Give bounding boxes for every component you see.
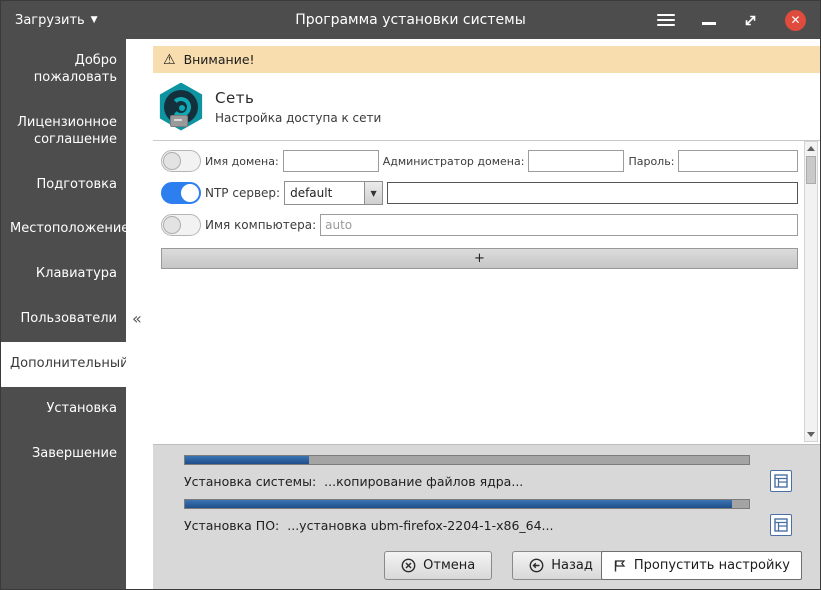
skip-configuration-button[interactable]: Пропустить настройку [600,551,802,580]
network-form: Имя домена: Администратор домена: Пароль… [153,141,820,444]
section-header-text: Сеть Настройка доступа к сети [215,89,381,125]
ntp-selected-value: default [284,181,365,205]
back-button[interactable]: Назад [512,551,610,580]
add-button[interactable]: + [161,248,798,269]
system-progress-label: Установка системы: [184,473,317,489]
software-progress-group: Установка ПО: ...установка ubm-firefox-2… [184,499,810,536]
sidebar-item-additional[interactable]: Дополнительный [1,342,129,388]
cancel-label: Отмена [423,558,476,573]
software-progress-row: Установка ПО: ...установка ubm-firefox-2… [184,514,810,536]
footer-buttons: Отмена Назад Пропустить настройку [184,551,810,580]
ntp-server-select[interactable]: default ▼ [284,181,384,205]
hostname-row: Имя компьютера: [161,214,798,236]
back-label: Назад [551,558,593,573]
sidebar-item-completion[interactable]: Завершение [1,432,126,477]
installer-window: Загрузить ▼ Программа установки системы … [0,0,821,590]
sidebar-item-preparation[interactable]: Подготовка [1,163,126,208]
ntp-label: NTP сервер: [205,186,281,200]
sidebar-item-location[interactable]: Местоположение [1,207,129,252]
warning-banner: ⚠ Внимание! [153,46,820,73]
software-progress-label: Установка ПО: [184,517,280,533]
ntp-server-input[interactable] [387,182,798,204]
maximize-button[interactable] [743,13,758,28]
hostname-label: Имя компьютера: [205,218,317,232]
cancel-button[interactable]: Отмена [384,551,493,580]
main-content: ⚠ Внимание! Сеть Настройка доступа к сет… [153,39,820,589]
titlebar-controls: ✕ [657,9,820,31]
software-log-button[interactable] [770,514,792,536]
software-progress-status: ...установка ubm-firefox-2204-1-x86_64..… [287,517,554,533]
page-title: Сеть [215,88,255,107]
scroll-down-button[interactable] [805,428,817,441]
warning-icon: ⚠ [163,51,176,68]
sidebar-collapse-button[interactable]: « [132,309,142,328]
sidebar-item-license[interactable]: Лицензионное соглашение [1,101,126,163]
warning-text: Внимание! [183,52,255,67]
ntp-toggle[interactable] [161,182,201,204]
minimize-button[interactable] [702,21,716,25]
domain-admin-label: Администратор домена: [382,154,525,168]
back-icon [529,558,544,573]
skip-label: Пропустить настройку [633,558,790,573]
section-header: Сеть Настройка доступа к сети [153,73,820,141]
hostname-input[interactable] [320,214,798,236]
hostname-toggle[interactable] [161,214,201,236]
load-menu-label: Загрузить [15,12,85,28]
expand-icon [745,15,756,25]
load-menu-button[interactable]: Загрузить ▼ [1,1,112,39]
scrollbar-thumb[interactable] [806,156,816,184]
sidebar: Добро пожаловать Лицензионное соглашение… [1,39,129,589]
ntp-row: NTP сервер: default ▼ [161,181,798,205]
system-progress-bar [184,455,750,465]
window-title: Программа установки системы [295,12,526,28]
sidebar-item-installation[interactable]: Установка [1,387,126,432]
system-log-button[interactable] [770,470,792,492]
sidebar-gap: « [126,39,153,589]
chevron-down-icon: ▼ [90,15,98,25]
domain-input[interactable] [282,150,379,172]
log-icon [774,518,788,532]
sidebar-item-welcome[interactable]: Добро пожаловать [1,39,126,101]
domain-label: Имя домена: [205,154,279,168]
password-input[interactable] [678,150,798,172]
log-icon [774,474,788,488]
scroll-up-button[interactable] [805,142,817,155]
software-progress-bar [184,499,750,509]
titlebar: Загрузить ▼ Программа установки системы … [1,1,820,39]
skip-flag-icon [614,559,626,571]
domain-toggle[interactable] [161,150,201,172]
page-subtitle: Настройка доступа к сети [215,110,382,125]
password-label: Пароль: [628,154,675,168]
system-progress-row: Установка системы: ...копирование файлов… [184,470,810,492]
domain-admin-input[interactable] [528,150,625,172]
cancel-icon [401,558,416,573]
menu-icon[interactable] [657,14,675,26]
sidebar-item-users[interactable]: Пользователи [1,297,126,342]
combo-arrow-icon: ▼ [364,181,384,205]
sidebar-item-keyboard[interactable]: Клавиатура [1,252,126,297]
progress-panel: Установка системы: ...копирование файлов… [153,444,820,589]
close-button[interactable]: ✕ [785,9,806,31]
domain-row: Имя домена: Администратор домена: Пароль… [161,150,798,172]
system-progress-group: Установка системы: ...копирование файлов… [184,455,810,492]
vertical-scrollbar[interactable] [804,141,818,442]
system-progress-status: ...копирование файлов ядра... [324,473,524,489]
network-logo-icon [157,82,205,131]
